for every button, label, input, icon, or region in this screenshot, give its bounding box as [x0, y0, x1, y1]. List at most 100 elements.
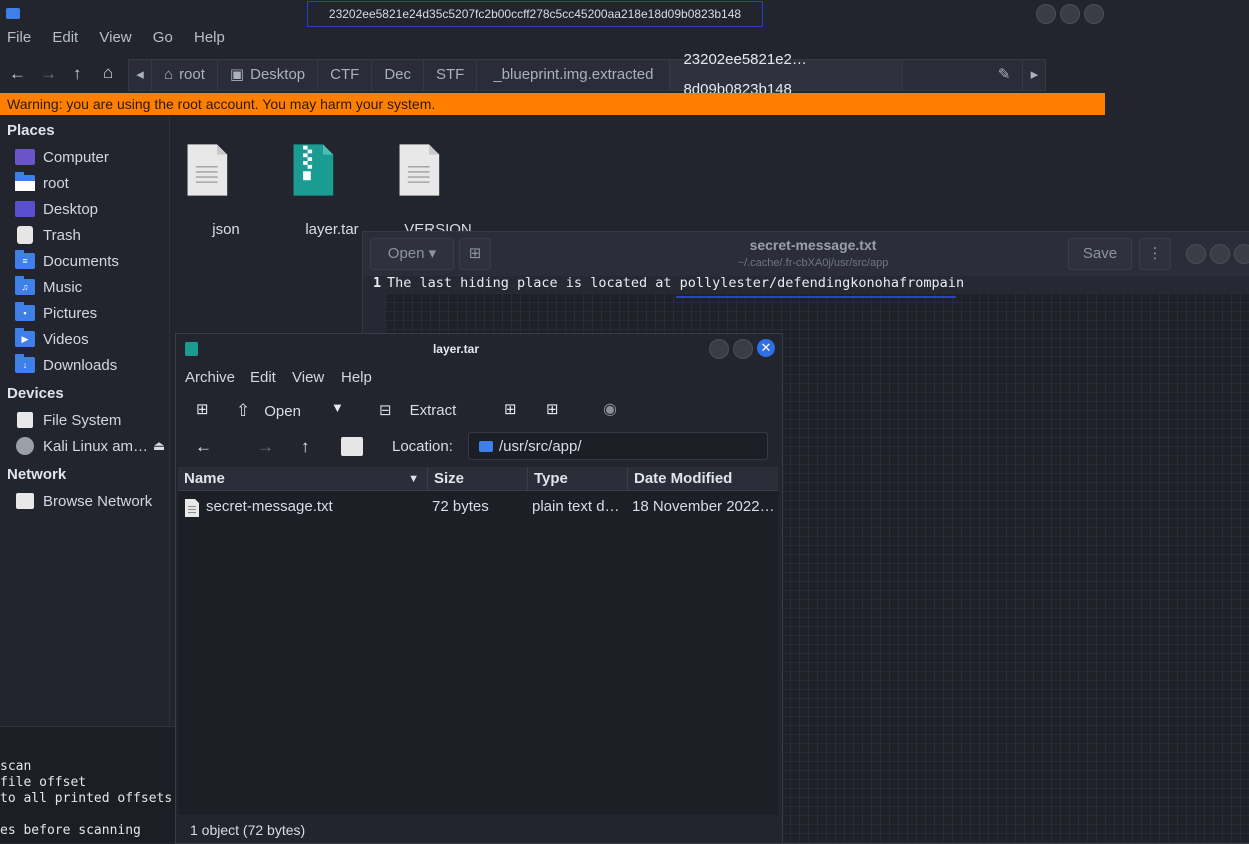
breadcrumb-dec[interactable]: Dec [372, 60, 424, 90]
home-icon[interactable]: ⌂ [103, 63, 113, 83]
menu-archive[interactable]: Archive [185, 369, 235, 386]
table-row[interactable]: secret-message.txt 72 bytes plain text d… [178, 493, 778, 521]
editor-menu-button[interactable]: ⋮ [1139, 238, 1171, 270]
back-arrow-icon[interactable]: ← [195, 437, 212, 457]
sidebar-item-trash[interactable]: Trash [15, 224, 81, 246]
disc-icon [16, 437, 34, 455]
maximize-button[interactable] [1060, 4, 1080, 24]
forward-arrow-icon[interactable]: → [257, 437, 274, 457]
menu-view[interactable]: View [292, 369, 324, 386]
up-arrow-icon[interactable]: ↑ [73, 64, 82, 84]
file-content-line[interactable]: The last hiding place is located at poll… [387, 275, 964, 291]
archive-file-table: Name ▼ Size Type Date Modified secret-me… [178, 467, 778, 815]
downloads-folder-icon: ↓ [15, 354, 35, 373]
sidebar-item-root[interactable]: root [15, 172, 69, 194]
folder-home-icon[interactable] [341, 437, 363, 456]
file-item-json[interactable]: json [176, 130, 276, 238]
spellcheck-underline [676, 296, 956, 298]
menu-edit[interactable]: Edit [250, 369, 276, 386]
sidebar-item-filesystem[interactable]: File System [15, 409, 121, 431]
extract-button[interactable]: ⊟ Extract [379, 401, 456, 420]
sidebar-item-desktop[interactable]: Desktop [15, 198, 98, 220]
network-heading: Network [7, 466, 67, 483]
breadcrumb-left-arrow[interactable]: ◂ [129, 60, 152, 90]
open-button[interactable]: ⇧ Open [236, 401, 301, 421]
close-button[interactable] [1234, 244, 1249, 264]
sidebar-item-downloads[interactable]: ↓ Downloads [15, 354, 117, 376]
forward-arrow-icon[interactable]: → [40, 64, 57, 84]
home-icon: ⌂ [164, 66, 174, 83]
kebab-menu-icon: ⋮ [1147, 245, 1163, 262]
text-file-icon [399, 144, 440, 196]
column-header-type[interactable]: Type [528, 467, 628, 491]
menu-help[interactable]: Help [341, 369, 372, 386]
upload-icon: ⇧ [236, 401, 251, 420]
menu-view[interactable]: View [99, 29, 131, 46]
menu-help[interactable]: Help [194, 29, 225, 46]
breadcrumb-root[interactable]: ⌂ root [152, 60, 218, 90]
text-file-icon [185, 499, 199, 517]
sidebar-item-kali-disc[interactable]: Kali Linux am… [15, 435, 148, 457]
archive-window-title: layer.tar [432, 342, 480, 356]
drive-icon [17, 412, 33, 428]
column-header-date[interactable]: Date Modified [628, 467, 778, 491]
breadcrumb-current[interactable]: 23202ee5821e2…8d09b0823b148 [670, 51, 904, 98]
breadcrumb-right-arrow[interactable]: ▸ [1023, 60, 1045, 90]
file-item-version[interactable]: VERSION [388, 130, 488, 238]
sort-descending-icon: ▼ [408, 473, 419, 485]
edit-location-button[interactable]: ✎ [903, 60, 1024, 90]
pictures-folder-icon: ▪ [15, 302, 35, 321]
sidebar-item-documents[interactable]: ≡ Documents [15, 250, 119, 272]
sidebar-item-music[interactable]: ♫ Music [15, 276, 82, 298]
root-warning-banner: Warning: you are using the root account.… [0, 93, 1105, 115]
breadcrumb-stf[interactable]: STF [424, 60, 478, 90]
location-label: Location: [392, 438, 453, 455]
minimize-button[interactable] [709, 339, 729, 359]
save-button[interactable]: Save [1068, 238, 1132, 270]
home-folder-icon [15, 172, 35, 191]
breadcrumb-ctf[interactable]: CTF [318, 60, 373, 90]
close-button[interactable]: ✕ [757, 339, 775, 357]
minimize-button[interactable] [1036, 4, 1056, 24]
chevron-down-icon[interactable]: ▼ [331, 400, 344, 415]
breadcrumb-extracted[interactable]: _blueprint.img.extracted [477, 60, 671, 90]
archive-manager-window: layer.tar ✕ Archive Edit View Help ⊞ ⇧ O… [175, 333, 783, 844]
open-button[interactable]: Open ▾ [370, 238, 454, 270]
music-folder-icon: ♫ [15, 276, 35, 295]
menu-go[interactable]: Go [153, 29, 173, 46]
add-file-icon[interactable]: ⊞ [504, 400, 517, 418]
close-button[interactable] [1084, 4, 1104, 24]
file-label-json: json [212, 221, 240, 238]
editor-path: ~/.cache/.fr-cbXA0j/usr/src/app [737, 257, 889, 269]
menu-file[interactable]: File [7, 29, 31, 46]
new-tab-button[interactable]: ⊞ [459, 238, 491, 270]
minimize-button[interactable] [1186, 244, 1206, 264]
up-arrow-icon[interactable]: ↑ [301, 437, 310, 457]
location-field[interactable]: /usr/src/app/ [468, 432, 768, 460]
line-number: 1 [373, 275, 382, 291]
maximize-button[interactable] [733, 339, 753, 359]
sidebar-item-computer[interactable]: Computer [15, 146, 109, 168]
sidebar-item-browse-network[interactable]: Browse Network [15, 490, 152, 512]
file-item-layer-tar[interactable]: layer.tar [282, 130, 382, 238]
folder-icon [6, 8, 20, 19]
terminal-line: es before scanning [0, 823, 141, 838]
breadcrumb-desktop[interactable]: ▣ Desktop [218, 60, 319, 90]
pencil-icon: ✎ [997, 66, 1011, 83]
column-header-size[interactable]: Size [428, 467, 528, 491]
back-arrow-icon[interactable]: ← [9, 64, 26, 84]
menu-edit[interactable]: Edit [52, 29, 78, 46]
maximize-button[interactable] [1210, 244, 1230, 264]
stop-icon[interactable]: ◉ [603, 399, 617, 419]
new-archive-icon[interactable]: ⊞ [196, 400, 209, 418]
sidebar-item-videos[interactable]: ▶ Videos [15, 328, 89, 350]
column-header-name[interactable]: Name ▼ [178, 467, 428, 491]
add-folder-icon[interactable]: ⊞ [546, 400, 559, 418]
documents-folder-icon: ≡ [15, 250, 35, 269]
row-type: plain text d… [532, 498, 620, 515]
terminal-output: scan file offset to all printed offsets … [0, 726, 175, 843]
desktop-icon: ▣ [229, 66, 245, 83]
sidebar-item-pictures[interactable]: ▪ Pictures [15, 302, 97, 324]
eject-icon[interactable]: ⏏ [153, 438, 165, 454]
